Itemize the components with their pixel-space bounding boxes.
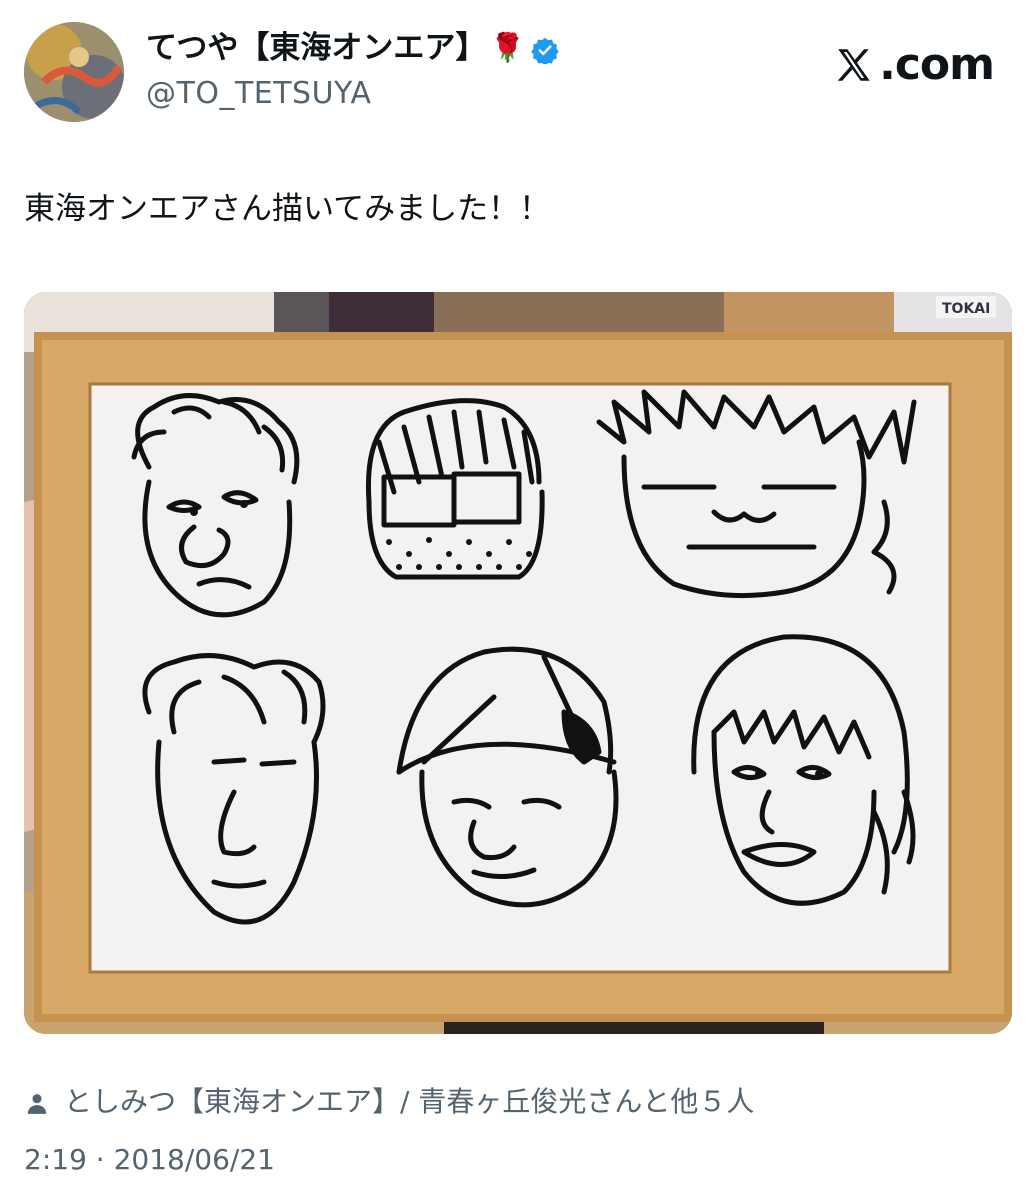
tweet-text: 東海オンエアさん描いてみました！！ <box>24 191 551 227</box>
background-sign: TOKAI <box>942 301 990 317</box>
tweet-photo[interactable]: TOKAI <box>24 292 1012 1034</box>
tweet-date: 2018/06/21 <box>113 1143 275 1176</box>
x-com-brand: .com <box>833 39 995 90</box>
whiteboard-photo: TOKAI <box>24 292 1012 1034</box>
avatar-image <box>24 22 124 122</box>
tweet-time: 2:19 <box>24 1143 87 1176</box>
tweet-timestamp[interactable]: 2:19 · 2018/06/21 <box>24 1142 275 1178</box>
x-logo-icon <box>833 44 875 86</box>
brand-domain-text: .com <box>879 39 995 90</box>
author-display-name[interactable]: てつや【東海オンエア】 <box>146 28 486 68</box>
rose-emoji: 🌹 <box>490 31 526 64</box>
author-handle[interactable]: @TO_TETSUYA <box>146 76 372 112</box>
author-display-name-row[interactable]: てつや【東海オンエア】 🌹 <box>146 28 560 68</box>
tagged-users[interactable]: としみつ【東海オンエア】/ 青春ヶ丘俊光さんと他５人 <box>24 1084 754 1120</box>
verified-badge-icon <box>531 34 560 66</box>
person-icon <box>24 1089 50 1115</box>
author-avatar[interactable] <box>24 22 124 122</box>
timestamp-separator: · <box>86 1143 114 1176</box>
tagged-users-text[interactable]: としみつ【東海オンエア】/ 青春ヶ丘俊光さんと他５人 <box>64 1084 754 1120</box>
